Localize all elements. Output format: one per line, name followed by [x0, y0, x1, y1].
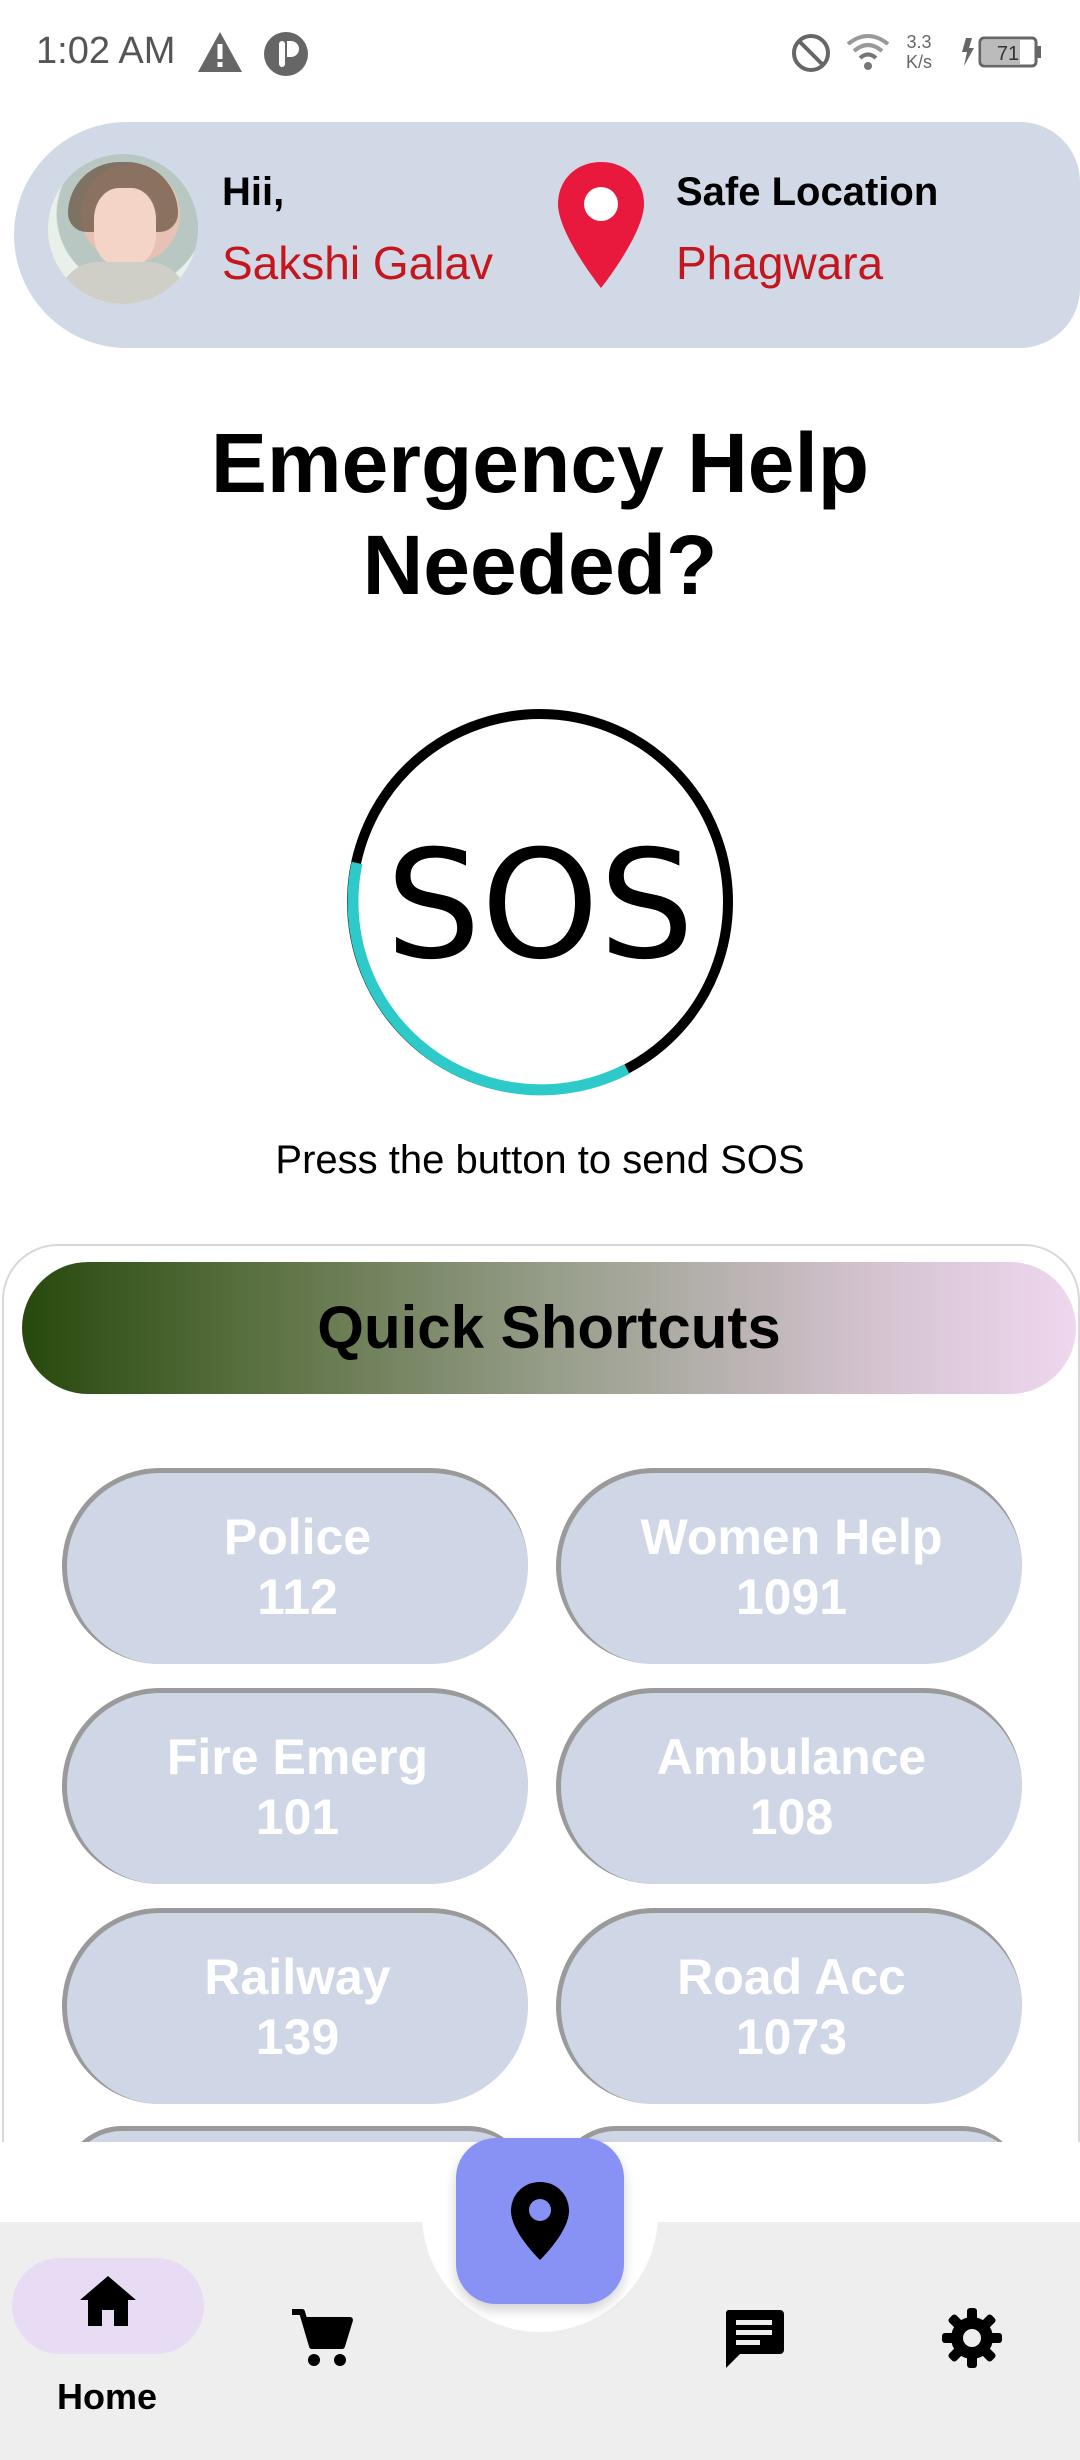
cart-icon[interactable]: [290, 2306, 354, 2370]
sos-hint-text: Press the button to send SOS: [275, 1138, 805, 1182]
shortcut-partial[interactable]: [556, 2126, 1022, 2142]
shortcut-ambulance[interactable]: Ambulance 108: [556, 1688, 1022, 1884]
battery-icon: 71: [962, 36, 1041, 68]
chat-icon[interactable]: [722, 2306, 786, 2370]
shortcut-road-accident[interactable]: Road Acc 1073: [556, 1908, 1022, 2104]
shortcut-number: 108: [749, 1789, 834, 1845]
shortcut-name: Ambulance: [656, 1729, 927, 1785]
network-speed: 3.3 K/s: [906, 32, 932, 72]
quick-shortcuts-header: Quick Shortcuts: [22, 1262, 1076, 1394]
network-speed-unit: K/s: [906, 52, 933, 72]
safe-location-label: Safe Location: [676, 170, 939, 214]
settings-icon[interactable]: [940, 2306, 1004, 2370]
network-speed-value: 3.3: [906, 32, 932, 52]
shortcut-number: 139: [255, 2009, 340, 2065]
nav-home-label: Home: [56, 2376, 158, 2417]
shortcut-name: Road Acc: [677, 1949, 906, 2005]
warning-icon: [198, 32, 242, 72]
location-fab-button[interactable]: [456, 2138, 624, 2304]
sos-button[interactable]: SOS: [340, 702, 740, 1102]
do-not-disturb-icon: [792, 34, 830, 72]
safe-location-value: Phagwara: [676, 237, 884, 289]
greeting-text: Hii,: [222, 170, 285, 214]
shortcut-railway[interactable]: Railway 139: [62, 1908, 528, 2104]
shortcut-women-help[interactable]: Women Help 1091: [556, 1468, 1022, 1664]
sos-label: SOS: [386, 819, 695, 993]
shortcut-number: 112: [257, 1569, 338, 1625]
shortcut-name: Fire Emerg: [166, 1729, 429, 1785]
shortcut-name: Women Help: [640, 1509, 943, 1565]
page-title-line2: Needed?: [362, 518, 718, 612]
shortcut-number: 101: [255, 1789, 340, 1845]
home-icon: [80, 2276, 136, 2326]
shortcut-number: 1073: [735, 2009, 848, 2065]
wifi-icon: [846, 34, 890, 70]
shortcut-name: Police: [223, 1509, 372, 1565]
status-time: 1:02 AM: [36, 30, 176, 72]
page-title-line1: Emergency Help: [210, 416, 870, 510]
app-notification-icon: [264, 32, 308, 76]
shortcut-police[interactable]: Police 112: [62, 1468, 528, 1664]
location-pin-icon: [511, 2182, 569, 2260]
status-bar: 1:02 AM 3.3 K/s 71: [0, 0, 1080, 110]
user-name: Sakshi Galav: [222, 237, 494, 289]
avatar[interactable]: [48, 154, 198, 304]
location-pin-icon: [558, 162, 644, 288]
shortcut-number: 1091: [735, 1569, 848, 1625]
shortcut-fire[interactable]: Fire Emerg 101: [62, 1688, 528, 1884]
shortcut-name: Railway: [204, 1949, 391, 2005]
quick-shortcuts-panel: Quick Shortcuts Police 112 Women Help 10…: [2, 1244, 1080, 2142]
quick-shortcuts-title: Quick Shortcuts: [317, 1294, 781, 1361]
shortcut-partial[interactable]: [62, 2126, 528, 2142]
battery-level: 71: [997, 43, 1019, 65]
page-title: Emergency Help Needed?: [0, 412, 1080, 616]
